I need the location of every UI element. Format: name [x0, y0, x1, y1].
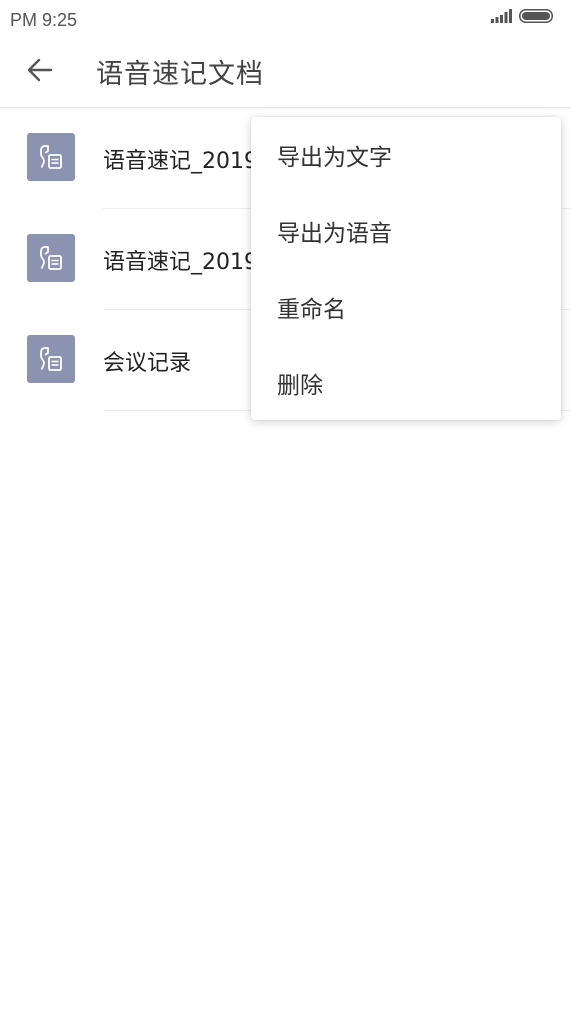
- context-menu: 导出为文字 导出为语音 重命名 删除: [251, 117, 561, 420]
- voice-doc-icon: [27, 234, 75, 282]
- status-time: PM 9:25: [10, 10, 78, 30]
- page-title: 语音速记文档: [96, 59, 264, 90]
- document-title: 语音速记_2019: [103, 250, 258, 275]
- back-button[interactable]: [18, 48, 62, 92]
- menu-item-rename[interactable]: 重命名: [251, 269, 561, 345]
- signal-bars-icon: [491, 9, 512, 23]
- voice-doc-icon: [27, 133, 75, 181]
- document-title: 语音速记_2019: [103, 149, 258, 174]
- status-bar: PM 9:25: [0, 0, 571, 40]
- menu-item-export-text[interactable]: 导出为文字: [251, 117, 561, 193]
- menu-item-export-audio[interactable]: 导出为语音: [251, 193, 561, 269]
- document-title: 会议记录: [103, 351, 192, 376]
- app-bar: 语音速记文档: [0, 40, 571, 108]
- menu-item-delete[interactable]: 删除: [251, 345, 561, 421]
- voice-doc-icon: [27, 335, 75, 383]
- arrow-left-icon: [27, 58, 53, 82]
- battery-icon: [519, 9, 553, 23]
